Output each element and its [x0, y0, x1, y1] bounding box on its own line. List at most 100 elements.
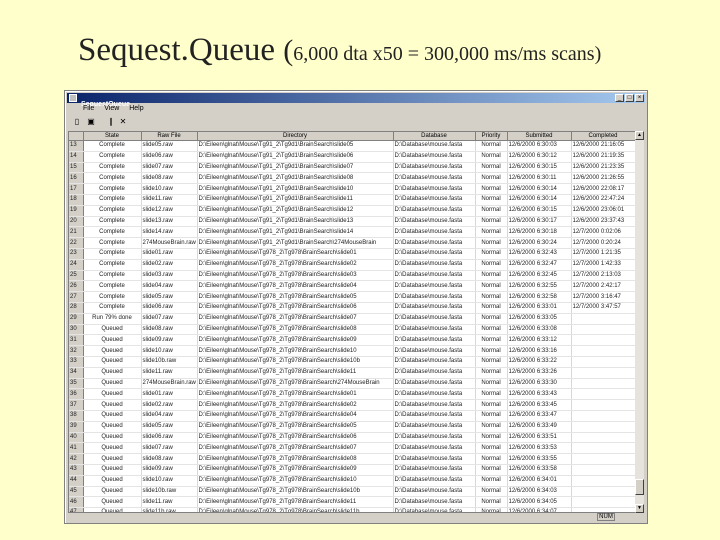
table-row[interactable]: 17 Complete slide10.raw D:\Eileen\glnat\Mou…	[69, 183, 635, 195]
table-row[interactable]: 45 Queued slide10b.raw D:\Eileen\glnat\Mous…	[69, 486, 635, 498]
cell-completed: 12/7/2000 1:42:33	[571, 259, 635, 271]
scroll-up-icon[interactable]: ▲	[635, 131, 644, 140]
table-row[interactable]: 21 Complete slide14.raw D:\Eileen\glnat\Mou…	[69, 226, 635, 239]
table-row[interactable]: 28 Complete slide06.raw D:\Eileen\glnat\Mou…	[69, 302, 635, 314]
table-row[interactable]: 40 Queued slide06.raw D:\Eileen\glnat\Mouse…	[69, 432, 635, 444]
cell-row-number: 21	[69, 226, 84, 239]
cell-raw-file: slide10.raw	[141, 475, 198, 487]
column-header-state[interactable]: State	[83, 132, 142, 141]
menu-file[interactable]: File	[83, 104, 94, 114]
cell-raw-file: slide10.raw	[141, 345, 198, 357]
cell-database: D:\Database\mouse.fasta	[393, 140, 476, 152]
cell-raw-file: 274MouseBrain.raw	[141, 378, 198, 390]
cell-directory: D:\Eileen\glnat\Mouse\Tg978_2\Tg978\Brai…	[197, 442, 394, 455]
column-header-raw-file[interactable]: Raw File	[141, 132, 198, 141]
pause-icon[interactable]: ∥	[105, 116, 117, 127]
table-row[interactable]: 14 Complete slide06.raw D:\Eileen\glnat\Mou…	[69, 151, 635, 163]
cell-database: D:\Database\mouse.fasta	[393, 378, 476, 390]
cell-row-number: 39	[69, 421, 84, 433]
cell-database: D:\Database\mouse.fasta	[393, 172, 476, 185]
cell-directory: D:\Eileen\glnat\Mouse\Tg91_2\Tg9d1\Brain…	[197, 183, 394, 195]
cell-database: D:\Database\mouse.fasta	[393, 151, 476, 163]
table-row[interactable]: 30 Queued slide08.raw D:\Eileen\glnat\Mouse…	[69, 324, 635, 336]
cell-priority: Normal	[475, 388, 508, 401]
table-row[interactable]: 39 Queued slide05.raw D:\Eileen\glnat\Mouse…	[69, 421, 635, 433]
cell-directory: D:\Eileen\glnat\Mouse\Tg978_2\Tg978\Brai…	[197, 313, 394, 325]
cell-directory: D:\Eileen\glnat\Mouse\Tg978_2\Tg978\Brai…	[197, 399, 394, 411]
table-row[interactable]: 35 Queued 274MouseBrain.raw D:\Eileen\glnat…	[69, 378, 635, 390]
cell-row-number: 29	[69, 313, 84, 325]
table-row[interactable]: 38 Queued slide04.raw D:\Eileen\glnat\Mouse…	[69, 410, 635, 422]
cell-row-number: 27	[69, 291, 84, 303]
table-row[interactable]: 44 Queued slide10.raw D:\Eileen\glnat\Mouse…	[69, 475, 635, 487]
table-row[interactable]: 24 Complete slide02.raw D:\Eileen\glnat\Mou…	[69, 259, 635, 271]
minimize-button[interactable]: _	[615, 94, 624, 102]
window-titlebar[interactable]: SequestQueue _ □ ×	[67, 93, 645, 108]
table-row[interactable]: 15 Complete slide07.raw D:\Eileen\glnat\Mou…	[69, 162, 635, 174]
table-row[interactable]: 43 Queued slide09.raw D:\Eileen\glnat\Mouse…	[69, 464, 635, 476]
table-row[interactable]: 23 Complete slide01.raw D:\Eileen\glnat\Mou…	[69, 248, 635, 260]
table-row[interactable]: 36 Queued slide01.raw D:\Eileen\glnat\Mouse…	[69, 388, 635, 401]
table-row[interactable]: 41 Queued slide07.raw D:\Eileen\glnat\Mouse…	[69, 442, 635, 455]
save-icon[interactable]: ▣	[85, 116, 97, 127]
cell-priority: Normal	[475, 280, 508, 293]
cell-raw-file: slide08.raw	[141, 453, 198, 465]
close-button[interactable]: ×	[635, 94, 644, 102]
cell-directory: D:\Eileen\glnat\Mouse\Tg978_2\Tg978\Brai…	[197, 388, 394, 401]
table-row[interactable]: 31 Queued slide09.raw D:\Eileen\glnat\Mouse…	[69, 334, 635, 347]
table-row[interactable]: 42 Queued slide08.raw D:\Eileen\glnat\Mouse…	[69, 453, 635, 465]
cell-completed: 12/6/2000 21:26:55	[571, 172, 635, 185]
cell-priority: Normal	[475, 216, 508, 228]
cell-priority: Normal	[475, 399, 508, 411]
scroll-thumb[interactable]	[635, 479, 644, 495]
table-row[interactable]: 34 Queued slide11.raw D:\Eileen\glnat\Mouse…	[69, 367, 635, 379]
maximize-button[interactable]: □	[625, 94, 634, 102]
cell-submitted: 12/6/2000 6:32:58	[507, 291, 572, 303]
cell-priority: Normal	[475, 453, 508, 465]
cell-priority: Normal	[475, 270, 508, 282]
cell-state: Complete	[83, 205, 142, 217]
column-header-directory[interactable]: Directory	[197, 132, 394, 141]
table-row[interactable]: 16 Complete slide08.raw D:\Eileen\glnat\Mou…	[69, 172, 635, 185]
menu-view[interactable]: View	[104, 104, 119, 114]
table-row[interactable]: 26 Complete slide04.raw D:\Eileen\glnat\Mou…	[69, 280, 635, 293]
cell-submitted: 12/6/2000 6:30:03	[507, 140, 572, 152]
table-row[interactable]: 29 Run 79% done slide07.raw D:\Eileen\glnat…	[69, 313, 635, 325]
cell-database: D:\Database\mouse.fasta	[393, 334, 476, 347]
table-row[interactable]: 32 Queued slide10.raw D:\Eileen\glnat\Mouse…	[69, 345, 635, 357]
column-header-database[interactable]: Database	[393, 132, 476, 141]
cell-state: Queued	[83, 388, 142, 401]
cell-priority: Normal	[475, 356, 508, 368]
cell-directory: D:\Eileen\glnat\Mouse\Tg978_2\Tg978\Brai…	[197, 496, 394, 509]
table-row[interactable]: 22 Complete 274MouseBrain.raw D:\Eileen\gln…	[69, 237, 635, 249]
cell-priority: Normal	[475, 496, 508, 509]
table-row[interactable]: 46 Queued slide11.raw D:\Eileen\glnat\Mouse…	[69, 496, 635, 509]
table-row[interactable]: 13 Complete slide05.raw D:\Eileen\glnat\Mou…	[69, 140, 635, 152]
column-header-submitted[interactable]: Submitted	[507, 132, 572, 141]
delete-icon[interactable]: ✕	[117, 116, 129, 127]
cell-directory: D:\Eileen\glnat\Mouse\Tg978_2\Tg978\Brai…	[197, 464, 394, 476]
column-header-completed[interactable]: Completed	[571, 132, 635, 141]
cell-raw-file: slide01.raw	[141, 248, 198, 260]
table-row[interactable]: 37 Queued slide02.raw D:\Eileen\glnat\Mouse…	[69, 399, 635, 411]
sequest-queue-window: SequestQueue _ □ × File View Help ▯ ▣ ∥ …	[64, 90, 648, 524]
table-row[interactable]: 19 Complete slide12.raw D:\Eileen\glnat\Mou…	[69, 205, 635, 217]
table-row[interactable]: 18 Complete slide11.raw D:\Eileen\glnat\Mou…	[69, 194, 635, 206]
cell-raw-file: slide07.raw	[141, 313, 198, 325]
vertical-scrollbar[interactable]: ▲ ▼	[635, 131, 644, 513]
table-row[interactable]: 27 Complete slide05.raw D:\Eileen\glnat\Mou…	[69, 291, 635, 303]
cell-submitted: 12/6/2000 6:33:01	[507, 302, 572, 314]
menu-help[interactable]: Help	[129, 104, 143, 114]
new-icon[interactable]: ▯	[71, 116, 83, 127]
column-header-row-number[interactable]	[69, 132, 84, 141]
cell-directory: D:\Eileen\glnat\Mouse\Tg978_2\Tg978\Brai…	[197, 345, 394, 357]
cell-state: Queued	[83, 334, 142, 347]
table-row[interactable]: 20 Complete slide13.raw D:\Eileen\glnat\Mou…	[69, 216, 635, 228]
cell-completed: 12/6/2000 22:08:17	[571, 183, 635, 195]
scroll-down-icon[interactable]: ▼	[635, 504, 644, 513]
cell-completed: 12/7/2000 0:20:24	[571, 237, 635, 249]
column-header-priority[interactable]: Priority	[475, 132, 508, 141]
table-row[interactable]: 25 Complete slide03.raw D:\Eileen\glnat\Mou…	[69, 270, 635, 282]
table-row[interactable]: 33 Queued slide10b.raw D:\Eileen\glnat\Mous…	[69, 356, 635, 368]
cell-row-number: 40	[69, 432, 84, 444]
